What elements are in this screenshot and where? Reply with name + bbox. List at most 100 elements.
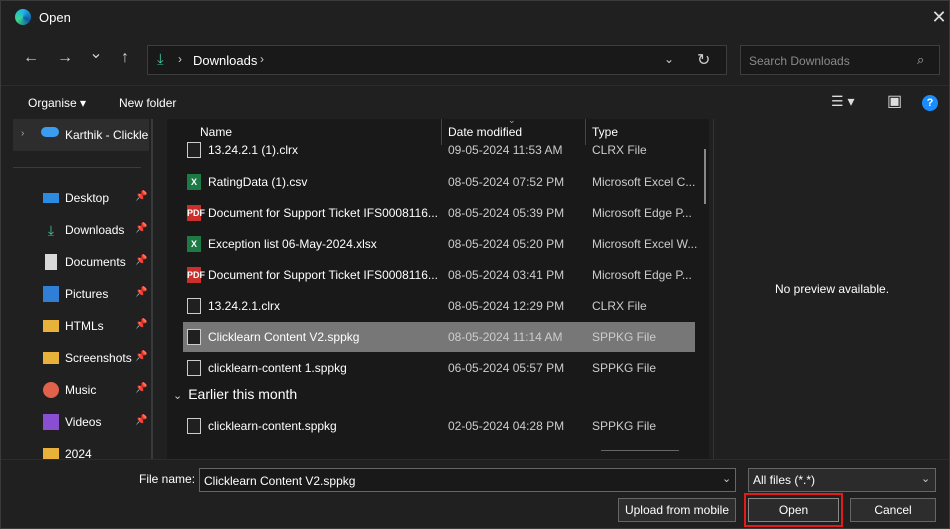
sidebar-item-screenshots[interactable]: Screenshots 📌 xyxy=(13,345,149,371)
cancel-button[interactable]: Cancel xyxy=(850,498,936,522)
file-row[interactable]: X RatingData (1).csv 08-05-2024 07:52 PM… xyxy=(183,167,695,197)
file-row[interactable]: 13.24.2.1 (1).clrx 09-05-2024 11:53 AM C… xyxy=(183,135,695,165)
sidebar-item-desktop[interactable]: Desktop 📌 xyxy=(13,185,149,211)
sidebar-item-videos[interactable]: Videos 📌 xyxy=(13,409,149,435)
expand-chevron-icon[interactable]: › xyxy=(21,128,24,139)
sidebar-item-pictures[interactable]: Pictures 📌 xyxy=(13,281,149,307)
file-date: 02-05-2024 04:28 PM xyxy=(448,419,565,433)
sidebar-item-downloads[interactable]: ⤓ Downloads 📌 xyxy=(13,217,149,243)
file-date: 09-05-2024 11:53 AM xyxy=(448,143,563,157)
search-input[interactable] xyxy=(741,46,921,76)
file-list-scrollbar[interactable] xyxy=(704,149,706,204)
file-type: Microsoft Edge P... xyxy=(592,206,692,220)
file-list: ⌄ Name Date modified Type 13.24.2.1 (1).… xyxy=(167,119,709,459)
upload-from-mobile-button[interactable]: Upload from mobile xyxy=(618,498,736,522)
new-folder-button[interactable]: New folder xyxy=(119,96,176,110)
pictures-icon xyxy=(43,286,59,302)
sidebar-divider xyxy=(13,167,141,168)
up-icon[interactable]: ↑ xyxy=(114,47,136,69)
title-bar: Open ✕ xyxy=(1,1,949,35)
documents-icon xyxy=(45,254,57,270)
dialog-footer: File name: ⌄ All files (*.*) ⌄ Upload fr… xyxy=(1,459,949,528)
help-icon[interactable]: ? xyxy=(922,95,938,111)
file-icon xyxy=(187,360,201,376)
recent-locations-chevron-icon[interactable]: ⌄ xyxy=(85,43,107,65)
sidebar-item-label: 2024 xyxy=(65,447,92,459)
open-button[interactable]: Open xyxy=(748,498,839,522)
breadcrumb-separator-icon[interactable]: › xyxy=(260,52,264,66)
forward-icon[interactable]: → xyxy=(54,47,76,69)
file-row[interactable]: PDF Document for Support Ticket IFS00081… xyxy=(183,260,695,290)
file-row[interactable]: 13.24.2.1.clrx 08-05-2024 12:29 PM CLRX … xyxy=(183,291,695,321)
refresh-icon[interactable]: ↻ xyxy=(697,50,710,70)
back-icon[interactable]: ← xyxy=(20,47,42,69)
file-date: 08-05-2024 07:52 PM xyxy=(448,175,565,189)
file-date: 08-05-2024 12:29 PM xyxy=(448,299,565,313)
breadcrumb-separator-icon[interactable]: › xyxy=(178,52,182,66)
address-dropdown-icon[interactable]: ⌄ xyxy=(664,52,674,66)
breadcrumb-downloads[interactable]: Downloads xyxy=(193,53,257,68)
edge-logo-icon xyxy=(15,9,31,25)
open-file-dialog: Open ✕ ← → ⌄ ↑ ⤓ › Downloads › ⌄ ↻ ⌕ Org… xyxy=(0,0,950,529)
pin-icon: 📌 xyxy=(135,415,148,426)
file-icon xyxy=(187,418,201,434)
file-row[interactable]: clicklearn-content.sppkg 02-05-2024 04:2… xyxy=(183,411,695,441)
file-row-selected[interactable]: Clicklearn Content V2.sppkg 08-05-2024 1… xyxy=(183,322,695,352)
file-row[interactable]: PDF Document for Support Ticket IFS00081… xyxy=(183,198,695,228)
sidebar-item-2024[interactable]: 2024 xyxy=(13,441,149,459)
sidebar-item-label: Documents xyxy=(65,255,126,269)
file-date: 08-05-2024 11:14 AM xyxy=(448,330,563,344)
file-type: SPPKG File xyxy=(592,361,657,375)
window-title: Open xyxy=(39,10,71,25)
sidebar-item-music[interactable]: Music 📌 xyxy=(13,377,149,403)
preview-pane-icon[interactable]: ▣ xyxy=(887,91,902,111)
file-type-value: All files (*.*) xyxy=(753,473,816,487)
navigation-bar: ← → ⌄ ↑ ⤓ › Downloads › ⌄ ↻ ⌕ xyxy=(1,35,949,85)
change-view-icon[interactable]: ☰ ▾ xyxy=(831,93,854,110)
pin-icon: 📌 xyxy=(135,383,148,394)
file-type: CLRX File xyxy=(592,143,647,157)
file-name-input[interactable] xyxy=(200,469,716,493)
sidebar-item-label: Videos xyxy=(65,415,102,429)
pin-icon: 📌 xyxy=(135,351,148,362)
collapse-chevron-icon[interactable]: ⌄ xyxy=(173,390,182,402)
excel-icon: X xyxy=(187,236,201,252)
file-name: Clicklearn Content V2.sppkg xyxy=(208,330,360,344)
sidebar-scrollbar[interactable] xyxy=(151,119,153,459)
search-box: ⌕ xyxy=(740,45,940,76)
file-name: Document for Support Ticket IFS0008116..… xyxy=(208,206,438,220)
excel-icon: X xyxy=(187,174,201,190)
folder-icon xyxy=(43,352,59,364)
sidebar-item-label: Screenshots xyxy=(65,351,132,365)
close-icon[interactable]: ✕ xyxy=(927,5,949,29)
file-type: Microsoft Excel W... xyxy=(592,237,698,251)
file-type: Microsoft Excel C... xyxy=(592,175,696,189)
organise-menu-button[interactable]: Organise ▾ xyxy=(28,96,86,110)
chevron-down-icon[interactable]: ⌄ xyxy=(722,472,731,485)
pin-icon: 📌 xyxy=(135,319,148,330)
group-header-earlier-this-month[interactable]: ⌄ Earlier this month xyxy=(173,386,297,402)
pin-icon: 📌 xyxy=(135,223,148,234)
pdf-icon: PDF xyxy=(187,205,205,221)
file-row[interactable]: X Exception list 06-May-2024.xlsx 08-05-… xyxy=(183,229,698,259)
navigation-pane: › Karthik - Clickle Desktop 📌 ⤓ Download… xyxy=(1,119,153,459)
sidebar-item-label: Karthik - Clickle xyxy=(65,128,149,142)
search-icon[interactable]: ⌕ xyxy=(917,52,924,68)
sidebar-item-htmls[interactable]: HTMLs 📌 xyxy=(13,313,149,339)
sidebar-item-onedrive[interactable]: › Karthik - Clickle xyxy=(13,119,149,151)
file-name: clicklearn-content.sppkg xyxy=(208,419,337,433)
file-type-select[interactable]: All files (*.*) ⌄ xyxy=(748,468,936,492)
onedrive-cloud-icon xyxy=(41,127,59,137)
file-name: Document for Support Ticket IFS0008116..… xyxy=(208,268,438,282)
pin-icon: 📌 xyxy=(135,191,148,202)
folder-icon xyxy=(43,448,59,459)
file-name-label: File name: xyxy=(139,472,196,486)
file-icon xyxy=(187,142,201,158)
file-type: Microsoft Edge P... xyxy=(592,268,692,282)
sidebar-item-label: Pictures xyxy=(65,287,109,301)
file-row[interactable]: clicklearn-content 1.sppkg 06-05-2024 05… xyxy=(183,353,695,383)
file-icon xyxy=(187,329,201,345)
sidebar-item-documents[interactable]: Documents 📌 xyxy=(13,249,149,275)
address-bar[interactable]: ⤓ › Downloads › ⌄ ↻ xyxy=(147,45,727,75)
chevron-down-icon[interactable]: ⌄ xyxy=(921,472,930,485)
